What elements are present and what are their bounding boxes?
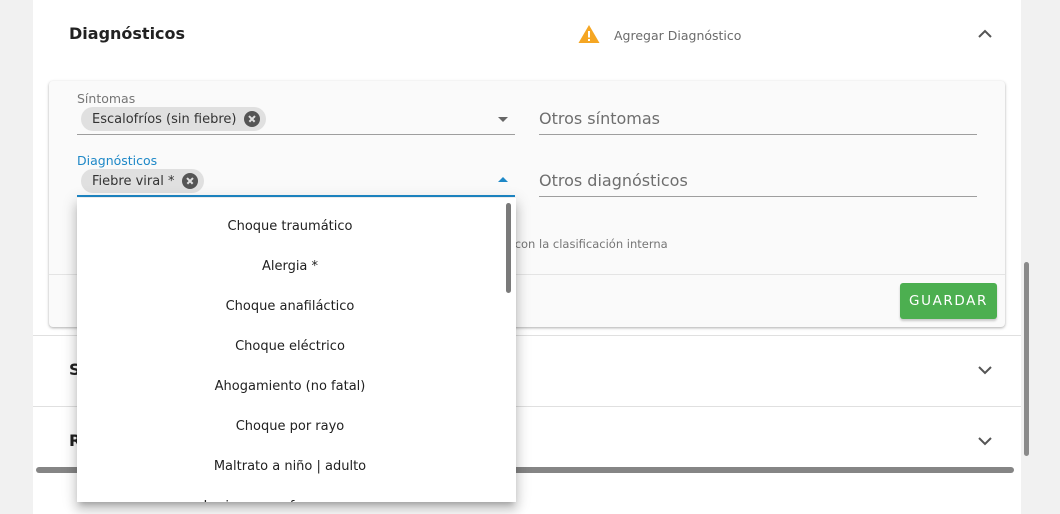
diagnosis-chip-label: Fiebre viral * xyxy=(92,173,175,189)
add-diagnosis-link[interactable]: Agregar Diagnóstico xyxy=(614,28,741,43)
dropdown-option[interactable]: Choque anafiláctico xyxy=(77,286,503,326)
symptom-chip: Escalofríos (sin fiebre) xyxy=(81,107,267,131)
symptom-chip-label: Escalofríos (sin fiebre) xyxy=(92,111,237,127)
chevron-down-icon[interactable] xyxy=(976,432,994,450)
dropdown-option[interactable]: Alergia * xyxy=(77,246,503,286)
other-symptoms-input[interactable]: Otros síntomas xyxy=(539,109,660,128)
symptoms-dropdown-arrow-icon[interactable] xyxy=(498,117,508,122)
remove-chip-icon[interactable] xyxy=(182,173,199,189)
save-button[interactable]: GUARDAR xyxy=(900,283,997,319)
diagnoses-dropdown-menu: Choque traumático Alergia * Choque anafi… xyxy=(77,198,516,502)
other-symptoms-underline[interactable] xyxy=(539,134,977,135)
dropdown-option[interactable]: Choque eléctrico xyxy=(77,326,503,366)
other-diagnoses-underline[interactable] xyxy=(539,196,977,197)
dropdown-option[interactable]: Lesiones por fuerza mayor xyxy=(77,486,503,503)
diagnoses-dropdown-arrow-icon[interactable] xyxy=(498,177,508,182)
dropdown-scrollbar[interactable] xyxy=(506,203,511,293)
dropdown-option-list: Choque traumático Alergia * Choque anafi… xyxy=(77,206,503,503)
dropdown-option[interactable]: Ahogamiento (no fatal) xyxy=(77,366,503,406)
symptoms-select-underline[interactable] xyxy=(77,134,515,135)
diagnosis-panel-header[interactable]: Diagnósticos Agregar Diagnóstico xyxy=(33,0,1021,70)
diagnoses-label: Diagnósticos xyxy=(77,153,158,168)
diagnosis-chip: Fiebre viral * xyxy=(81,169,205,193)
panel-title: Diagnósticos xyxy=(69,24,186,43)
symptoms-label: Síntomas xyxy=(77,91,136,106)
chevron-down-icon[interactable] xyxy=(976,361,994,379)
chevron-up-icon[interactable] xyxy=(976,25,994,43)
dropdown-option[interactable]: Choque traumático xyxy=(77,206,503,246)
other-diagnoses-input[interactable]: Otros diagnósticos xyxy=(539,171,688,190)
dropdown-option[interactable]: Maltrato a niño | adulto xyxy=(77,446,503,486)
remove-chip-icon[interactable] xyxy=(244,111,261,127)
dropdown-option[interactable]: Choque por rayo xyxy=(77,406,503,446)
vertical-scrollbar[interactable] xyxy=(1024,262,1029,456)
diagnoses-select-underline[interactable] xyxy=(77,195,515,197)
warning-triangle-icon xyxy=(578,25,600,43)
classification-helper-text: a con la clasificación interna xyxy=(504,237,668,251)
